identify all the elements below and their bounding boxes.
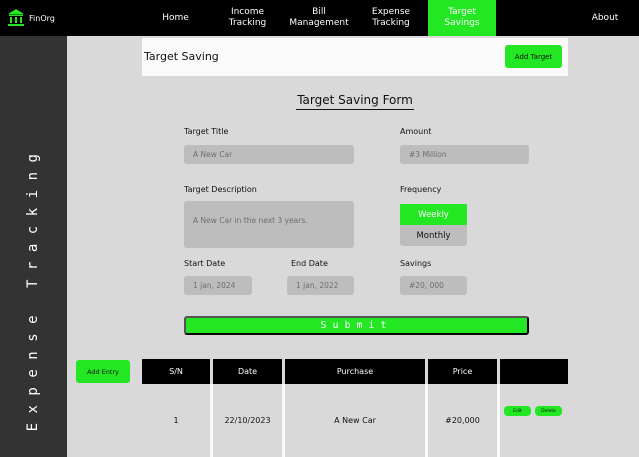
amount-label: Amount (400, 127, 432, 136)
top-nav: FinOrg Home Income Tracking Bill Managem… (0, 0, 639, 36)
savings-label: Savings (400, 259, 432, 268)
target-description-label: Target Description (184, 185, 257, 194)
target-title-input[interactable]: A New Car (184, 145, 354, 164)
form-title-text: Target Saving Form (296, 93, 414, 110)
nav-bill-management-label: Bill Management (289, 7, 349, 28)
form-title: Target Saving Form (142, 93, 568, 110)
target-title-label: Target Title (184, 127, 229, 136)
sidebar-title: Expense Tracking (25, 144, 41, 432)
end-date-label: End Date (291, 259, 328, 268)
submit-button[interactable]: Submit (184, 316, 529, 335)
table-cell-purchase: A New Car (285, 384, 425, 457)
nav-home[interactable]: Home (150, 0, 201, 36)
page-title: Target Saving (144, 50, 219, 63)
nav-income-tracking[interactable]: Income Tracking (222, 0, 273, 36)
nav-income-tracking-label: Income Tracking (228, 7, 267, 28)
table-header-price: Price (428, 359, 497, 384)
nav-target-savings[interactable]: Target Savings (428, 0, 496, 36)
frequency-option-weekly[interactable]: Weekly (400, 204, 467, 225)
end-date-input[interactable]: 1 jan, 2022 (287, 276, 354, 295)
frequency-label: Frequency (400, 185, 442, 194)
table-cell-price: #20,000 (428, 384, 497, 457)
nav-expense-tracking-label: Expense Tracking (371, 7, 411, 28)
table-header-actions (500, 359, 568, 384)
nav-bill-management[interactable]: Bill Management (287, 0, 351, 36)
table-header-sn: S/N (142, 359, 210, 384)
amount-input[interactable]: #3 Million (400, 145, 529, 164)
target-saving-header: Target Saving Add Target (142, 38, 568, 76)
nav-about[interactable]: About (585, 0, 625, 36)
table-cell-actions (500, 384, 568, 457)
add-entry-button[interactable]: Add Entry (76, 360, 130, 383)
table-header-purchase: Purchase (285, 359, 425, 384)
edit-button[interactable]: Edit (504, 406, 531, 416)
table-cell-sn: 1 (142, 384, 210, 457)
start-date-label: Start Date (184, 259, 226, 268)
delete-button[interactable]: Delete (535, 406, 562, 416)
frequency-option-monthly[interactable]: Monthly (400, 225, 467, 246)
target-description-input[interactable]: A New Car in the next 3 years. (184, 201, 354, 248)
nav-expense-tracking[interactable]: Expense Tracking (364, 0, 418, 36)
brand-name: FinOrg (29, 13, 55, 23)
brand[interactable]: FinOrg (8, 9, 55, 27)
savings-input[interactable]: #20, 000 (400, 276, 467, 295)
start-date-input[interactable]: 1 jan, 2024 (184, 276, 252, 295)
bank-icon (8, 9, 24, 26)
table-header-date: Date (213, 359, 282, 384)
target-saving-form: Target Saving Form Target Title A New Ca… (142, 89, 568, 345)
nav-target-savings-label: Target Savings (444, 7, 480, 28)
table-cell-date: 22/10/2023 (213, 384, 282, 457)
add-target-button[interactable]: Add Target (505, 45, 562, 68)
sidebar: Expense Tracking (0, 36, 67, 457)
